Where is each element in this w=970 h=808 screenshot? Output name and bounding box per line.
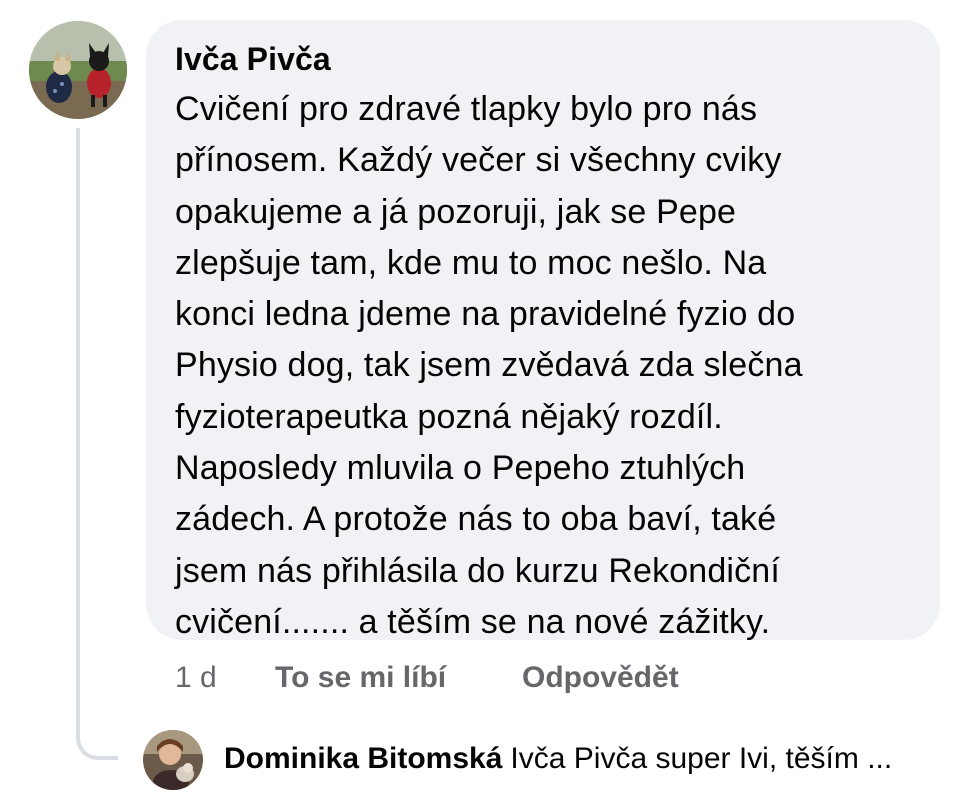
dogs-profile-photo-icon xyxy=(29,21,127,119)
like-button[interactable]: To se mi líbí xyxy=(275,657,446,699)
comment-text-line: Physio dog, tak jsem zvědavá zda slečna xyxy=(175,346,803,385)
reply-preview[interactable]: Dominika Bitomská Ivča Pivča super Ivi, t… xyxy=(224,736,954,782)
comment-text-line: jsem nás přihlásila do kurzu Rekondiční xyxy=(175,551,780,590)
comment-text-line: přínosem. Každý večer si všechny cviky xyxy=(175,141,782,180)
comment-text-line: zlepšuje tam, kde mu to moc nešlo. Na xyxy=(175,243,767,282)
comment-text-line: opakujeme a já pozoruji, jak se Pepe xyxy=(175,192,737,231)
thread-connector-line xyxy=(76,128,118,760)
comment-text-line: zádech. A protože nás to oba baví, také xyxy=(175,500,777,539)
comment-text-line: Cvičení pro zdravé tlapky bylo pro nás xyxy=(175,90,758,128)
commenter-avatar[interactable] xyxy=(29,21,127,119)
reply-button[interactable]: Odpovědět xyxy=(522,657,679,699)
comment-text: Cvičení pro zdravé tlapky bylo pro nás p… xyxy=(175,84,920,648)
comment-text-line: konci ledna jdeme na pravidelné fyzio do xyxy=(175,295,796,334)
comment-author-name[interactable]: Ivča Pivča xyxy=(175,40,920,78)
comment-bubble: Ivča Pivča Cvičení pro zdravé tlapky byl… xyxy=(146,20,940,641)
reply-author-name[interactable]: Dominika Bitomská xyxy=(224,742,502,775)
reply-author-avatar[interactable] xyxy=(143,730,203,790)
comment-text-line: fyzioterapeutka pozná nějaký rozdíl. xyxy=(175,397,723,436)
comment-timestamp[interactable]: 1 d xyxy=(175,657,217,699)
person-with-dog-profile-photo-icon xyxy=(143,730,203,790)
comment-text-line: cvičení....... a těším se na nové zážitk… xyxy=(175,602,771,641)
comment-text-line: Naposledy mluvila o Pepeho ztuhlých xyxy=(175,449,746,488)
reply-snippet[interactable]: Ivča Pivča super Ivi, těším ... xyxy=(510,742,892,775)
